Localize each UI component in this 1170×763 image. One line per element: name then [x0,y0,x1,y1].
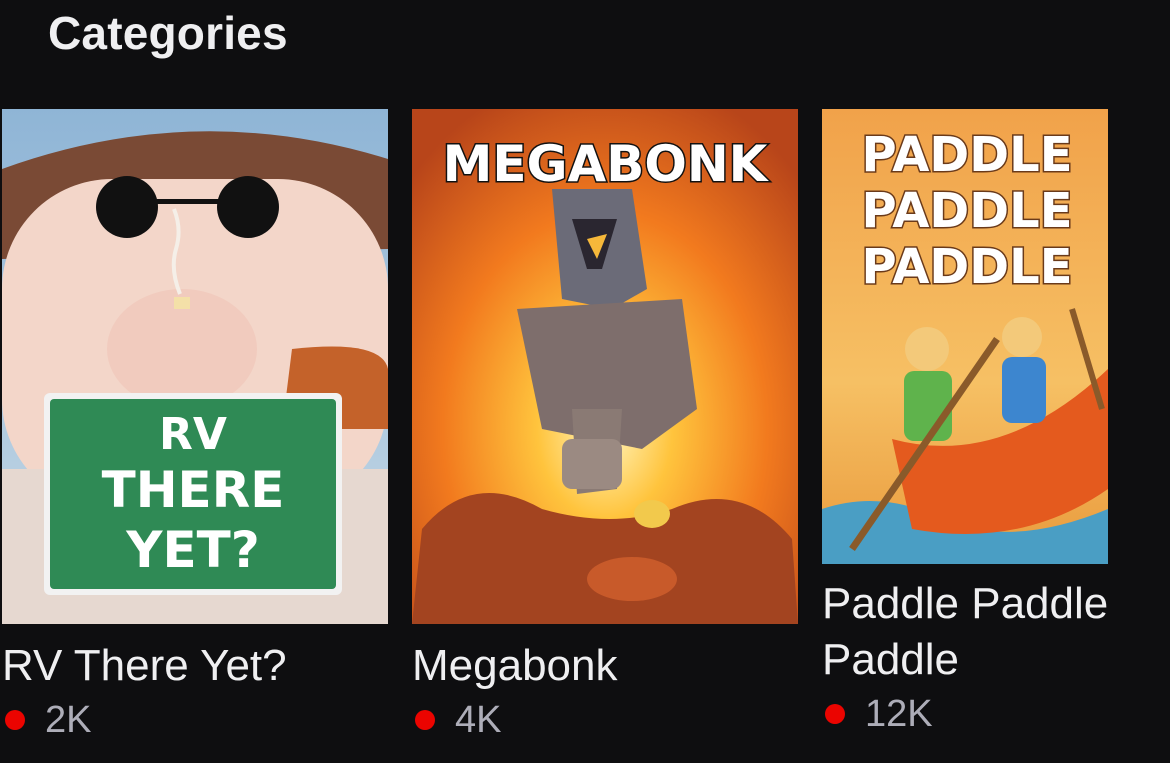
boxart-text-line3: PADDLE [862,239,1073,295]
live-indicator-icon [825,704,845,724]
viewer-count-value: 12K [865,692,933,735]
category-boxart[interactable]: RV THERE YET? [2,109,388,624]
category-boxart[interactable]: MEGABONK [412,109,798,624]
category-title[interactable]: Megabonk [412,638,798,694]
boxart-text-line1: RV [159,409,227,460]
viewer-count-value: 2K [45,698,92,741]
boxart-image: MEGABONK [412,109,798,624]
boxart-image: PADDLE PADDLE PADDLE [822,109,1108,564]
category-boxart[interactable]: PADDLE PADDLE PADDLE [822,109,1108,564]
category-title[interactable]: Paddle Paddle Paddle [822,576,1170,688]
boxart-text-line2: THERE [102,461,285,519]
live-indicator-icon [415,710,435,730]
boxart-text-line1: PADDLE [862,127,1073,183]
category-card-megabonk[interactable]: MEGABONK Megabonk 4K [412,109,798,746]
categories-page: Categories RV THERE YET? RV There Yet? 2… [0,0,1170,763]
viewer-count: 4K [412,694,798,746]
category-card-rv-there-yet[interactable]: RV THERE YET? RV There Yet? 2K [2,109,388,746]
category-title[interactable]: RV There Yet? [2,638,388,694]
category-card-paddle-paddle-paddle[interactable]: PADDLE PADDLE PADDLE Paddle Paddle Paddl… [822,109,1108,740]
viewer-count-value: 4K [455,698,502,741]
boxart-text-line3: YET? [125,521,259,579]
boxart-text-line1: MEGABONK [443,135,770,193]
viewer-count: 12K [822,688,1108,740]
boxart-text-line2: PADDLE [862,183,1073,239]
boxart-image: RV THERE YET? [2,109,388,624]
section-title: Categories [48,7,288,59]
viewer-count: 2K [2,694,388,746]
live-indicator-icon [5,710,25,730]
